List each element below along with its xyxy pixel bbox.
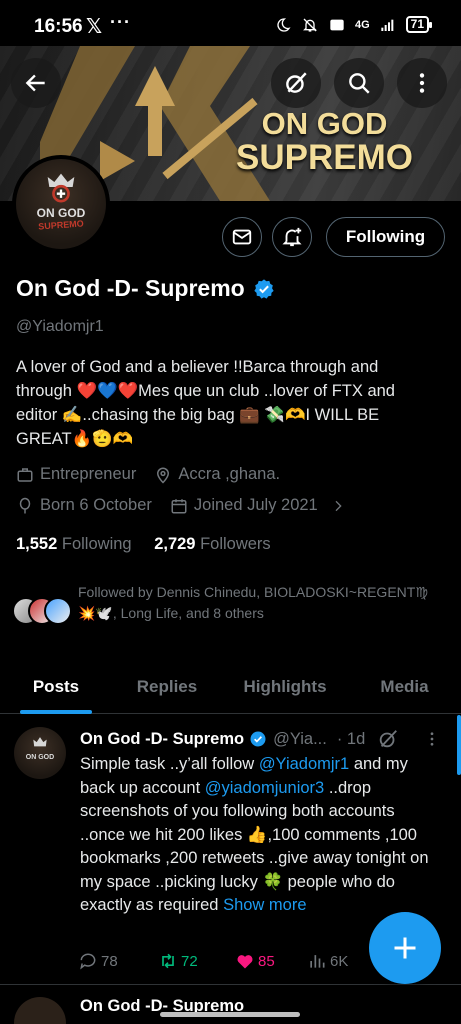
dnd-moon-icon — [277, 17, 291, 32]
x-logo-icon: 𝕏 — [86, 16, 103, 38]
profile-avatar[interactable]: ON GOD SUPREMO — [12, 155, 110, 253]
like-button[interactable]: 85 — [235, 951, 307, 971]
compose-post-button[interactable] — [369, 912, 441, 984]
views-button[interactable]: 6K — [307, 951, 348, 971]
grok-icon — [286, 72, 307, 93]
more-vertical-icon[interactable] — [423, 730, 441, 748]
calendar-icon — [171, 498, 187, 513]
tab-replies[interactable]: Replies — [112, 660, 222, 714]
following-link[interactable]: 1,552 Following — [16, 535, 132, 553]
views-icon — [310, 955, 325, 968]
profile-meta-row-1: Entrepreneur Accra ,ghana. — [16, 465, 280, 484]
more-options-button[interactable] — [397, 58, 447, 108]
post-author-name[interactable]: On God -D- Supremo — [80, 730, 244, 749]
mute-bell-icon — [303, 18, 317, 32]
location-icon — [157, 467, 170, 484]
network-label: 4G — [354, 18, 370, 31]
heart-icon — [237, 955, 253, 969]
banner-line1: ON GOD — [261, 106, 388, 141]
plus-icon — [394, 937, 416, 959]
repost-count: 72 — [181, 952, 198, 970]
notifications-button[interactable] — [272, 217, 312, 257]
post-avatar[interactable]: ON GOD — [14, 727, 66, 779]
location: Accra ,ghana. — [178, 465, 281, 483]
volte-icon — [330, 19, 344, 30]
signal-icon — [380, 19, 393, 31]
crown-shield-icon — [47, 173, 75, 203]
balloon-icon — [19, 497, 31, 513]
followers-label: Followers — [200, 535, 271, 553]
briefcase-icon — [17, 467, 33, 482]
repost-button[interactable]: 72 — [158, 951, 235, 971]
status-bar: 16:56 𝕏 ··· 4G 71 — [0, 0, 461, 46]
followed-by-text: Followed by Dennis Chinedu, BIOLADOSKI~R… — [78, 584, 428, 621]
tab-posts[interactable]: Posts — [0, 660, 112, 714]
follower-avatar-3 — [44, 597, 72, 625]
tab-media[interactable]: Media — [348, 660, 461, 714]
bell-plus-icon — [282, 227, 302, 247]
profession: Entrepreneur — [40, 465, 137, 483]
birthday: Born 6 October — [40, 496, 152, 514]
following-count: 1,552 — [16, 535, 58, 553]
reply-button[interactable]: 78 — [78, 951, 158, 971]
profile-tabs: Posts Replies Highlights Media — [0, 660, 461, 714]
next-post-card[interactable]: On God -D- Supremo — [0, 985, 461, 1024]
post-avatar-text: ON GOD — [25, 754, 55, 761]
following-button[interactable]: Following — [326, 217, 445, 257]
mention-link-2[interactable]: @yiadomjunior3 — [205, 779, 324, 797]
back-button[interactable] — [11, 58, 61, 108]
post-time: · 1d — [336, 729, 366, 748]
post-header: On God -D- Supremo @Yia... · 1d — [80, 728, 450, 750]
profile-bio: A lover of God and a believer !!Barca th… — [16, 358, 395, 448]
mail-icon — [232, 229, 252, 245]
more-vertical-icon — [419, 73, 425, 93]
status-time: 16:56 — [34, 16, 83, 37]
search-icon — [349, 73, 370, 94]
grok-icon[interactable] — [377, 728, 399, 750]
verified-icon — [250, 731, 266, 747]
verified-icon[interactable] — [253, 278, 275, 300]
following-label: Following — [61, 535, 132, 553]
joined-date: Joined July 2021 — [193, 496, 318, 514]
banner-title: ON GOD SUPREMO — [236, 108, 413, 175]
like-count: 85 — [258, 952, 275, 970]
post-text-c: ..drop screenshots of you following both… — [80, 778, 429, 915]
reply-icon — [80, 953, 96, 970]
banner-line2: SUPREMO — [236, 137, 413, 177]
profile-name-row: On God -D- Supremo — [16, 275, 275, 302]
reply-count: 78 — [101, 952, 118, 970]
post-text: Simple task ..y’all follow @Yiadomjr1 an… — [80, 753, 436, 918]
status-indicators: 4G 71 — [274, 16, 433, 33]
profile-meta-row-2: Born 6 October Joined July 2021 — [16, 496, 346, 515]
repost-icon — [162, 953, 174, 969]
home-indicator[interactable] — [160, 1012, 300, 1017]
follow-counts: 1,552 Following 2,729 Followers — [16, 535, 271, 554]
tab-highlights[interactable]: Highlights — [222, 660, 348, 714]
status-more-icon: ··· — [110, 12, 131, 32]
battery-icon: 71 — [405, 16, 433, 33]
post-actions: 78 72 85 6K — [78, 951, 368, 971]
back-arrow-icon — [25, 74, 45, 92]
message-button[interactable] — [222, 217, 262, 257]
post-author-handle: @Yia... — [273, 729, 327, 748]
followers-count: 2,729 — [154, 535, 196, 553]
post-text-a: Simple task ..y’all follow — [80, 755, 259, 773]
followers-link[interactable]: 2,729 Followers — [154, 535, 271, 553]
profile-handle: @Yiadomjr1 — [16, 318, 104, 335]
next-post-avatar — [14, 997, 66, 1024]
search-button[interactable] — [334, 58, 384, 108]
chevron-right-icon[interactable] — [330, 498, 346, 514]
crown-icon — [33, 737, 47, 747]
views-count: 6K — [330, 952, 349, 970]
grok-button[interactable] — [271, 58, 321, 108]
avatar-image: ON GOD SUPREMO — [16, 159, 106, 249]
mention-link-1[interactable]: @Yiadomjr1 — [259, 755, 349, 773]
profile-name: On God -D- Supremo — [16, 275, 245, 301]
show-more-link[interactable]: Show more — [223, 896, 306, 914]
